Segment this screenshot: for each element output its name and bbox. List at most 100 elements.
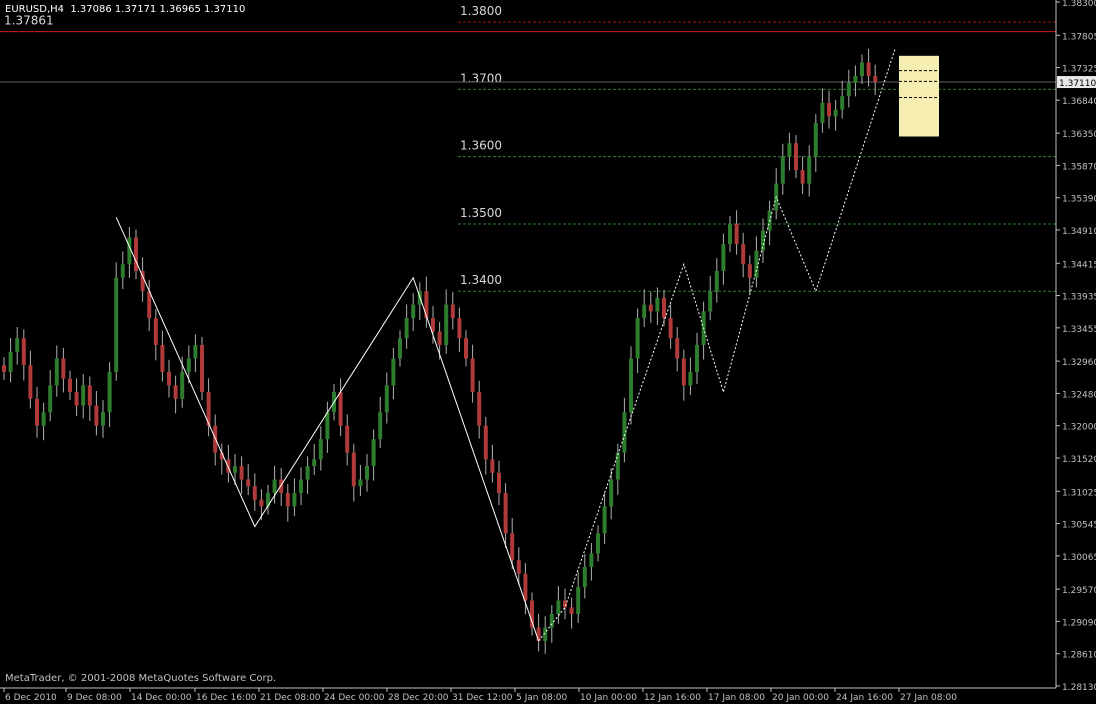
- y-tick-label: 1.37805: [1062, 32, 1096, 42]
- candle-body: [807, 156, 812, 184]
- candle-body: [477, 392, 482, 426]
- candle-body: [510, 533, 515, 561]
- candle-body: [68, 378, 72, 393]
- candle-body: [173, 385, 178, 399]
- current-price-label: 1.37110: [1059, 79, 1096, 89]
- candle-body: [200, 345, 204, 393]
- candle-body: [318, 439, 323, 460]
- y-tick-label: 1.32480: [1062, 390, 1096, 400]
- candle-body: [497, 472, 501, 493]
- zigzag-dotted: [538, 48, 896, 642]
- candle-body: [780, 156, 785, 184]
- candle-body: [609, 479, 614, 507]
- candle-body: [391, 358, 396, 386]
- candle-body: [589, 553, 594, 567]
- x-tick-label: 27 Jan 08:00: [900, 693, 957, 703]
- candle-body: [530, 600, 534, 628]
- candle-body: [464, 338, 468, 359]
- y-tick-label: 1.36350: [1062, 130, 1096, 140]
- candle-body: [272, 479, 277, 493]
- candle-body: [81, 385, 86, 406]
- candle-body: [602, 506, 607, 534]
- candle-body: [721, 244, 726, 272]
- y-tick-label: 1.31520: [1062, 455, 1096, 465]
- level-label: 1.3500: [460, 206, 502, 220]
- candle-body: [2, 365, 6, 372]
- candle-body: [747, 264, 752, 278]
- price-chart[interactable]: 1.3800 1.3700 1.3600 1.3500 1.3400 1.37861 1.…: [0, 0, 1096, 704]
- candle-body: [840, 96, 845, 110]
- y-tick-label: 1.34910: [1062, 227, 1096, 237]
- y-tick-label: 1.34415: [1062, 260, 1096, 270]
- candle-body: [41, 412, 46, 426]
- candle-body: [754, 250, 759, 278]
- level-label: 1.3400: [460, 273, 502, 287]
- x-tick-label: 17 Jan 08:00: [708, 693, 765, 703]
- candle-body: [252, 486, 257, 500]
- candle-body: [576, 587, 581, 615]
- candle-body: [107, 371, 112, 413]
- y-tick-label: 1.28130: [1062, 683, 1096, 693]
- candle-body: [239, 466, 244, 480]
- y-tick-label: 1.28610: [1062, 651, 1096, 661]
- candle-body: [846, 82, 851, 97]
- candle-body: [101, 412, 105, 426]
- candle-body: [299, 479, 303, 493]
- y-tick-label: 1.30065: [1062, 553, 1096, 563]
- x-tick-label: 24 Dec 00:00: [324, 693, 385, 703]
- x-tick-label: 16 Dec 16:00: [196, 693, 257, 703]
- y-tick-label: 1.29090: [1062, 618, 1096, 628]
- level-label: 1.3700: [460, 71, 502, 85]
- x-tick-label: 20 Jan 00:00: [772, 693, 829, 703]
- candle-body: [8, 351, 13, 372]
- candle-body: [820, 102, 825, 124]
- y-tick-label: 1.33455: [1062, 325, 1096, 335]
- x-tick-label: 9 Dec 08:00: [67, 693, 122, 703]
- candle-body: [734, 223, 739, 245]
- candle-body: [153, 318, 158, 345]
- candle-body: [853, 75, 858, 83]
- candle-body: [450, 304, 455, 319]
- candle-body: [516, 560, 521, 574]
- candle-body: [437, 331, 442, 345]
- candle-body: [596, 533, 600, 554]
- x-tick-label: 21 Dec 08:00: [260, 693, 321, 703]
- x-tick-label: 14 Dec 00:00: [131, 693, 192, 703]
- y-tick-label: 1.36840: [1062, 97, 1096, 107]
- candle-body: [457, 318, 462, 339]
- chart-window[interactable]: { "header": { "symbol": "EURUSD,H4", "op…: [0, 0, 1096, 704]
- y-tick-label: 1.31025: [1062, 488, 1096, 498]
- candle-body: [384, 385, 389, 413]
- candle-body: [827, 102, 831, 117]
- candle-body: [569, 607, 574, 615]
- candle-body: [312, 459, 317, 467]
- candle-body: [787, 143, 792, 157]
- candle-body: [114, 277, 119, 372]
- candle-body: [813, 123, 818, 157]
- candle-body: [345, 425, 350, 453]
- candle-body: [582, 566, 587, 588]
- candle-body: [424, 291, 429, 319]
- candle-body: [94, 405, 99, 426]
- candle-body: [398, 338, 402, 359]
- candle-body: [351, 452, 356, 487]
- candle-body: [490, 459, 495, 473]
- level-label: 1.3600: [460, 139, 502, 153]
- y-tick-label: 1.35870: [1062, 162, 1096, 172]
- candle-body: [483, 425, 488, 460]
- level-label: 1.3800: [460, 4, 502, 18]
- candle-body: [285, 492, 290, 507]
- candle-body: [180, 371, 185, 399]
- candle-body: [728, 223, 732, 245]
- candle-body: [411, 304, 416, 319]
- candle-body: [15, 338, 20, 352]
- x-tick-label: 6 Dec 2010: [5, 693, 57, 703]
- y-tick-label: 1.35390: [1062, 195, 1096, 205]
- candle-body: [866, 62, 871, 76]
- candle-body: [35, 398, 39, 426]
- candle-body: [338, 392, 343, 426]
- y-tick-label: 1.37325: [1062, 65, 1096, 75]
- candle-body: [167, 371, 171, 386]
- y-tick-label: 1.32960: [1062, 358, 1096, 368]
- x-tick-label: 28 Dec 20:00: [388, 693, 449, 703]
